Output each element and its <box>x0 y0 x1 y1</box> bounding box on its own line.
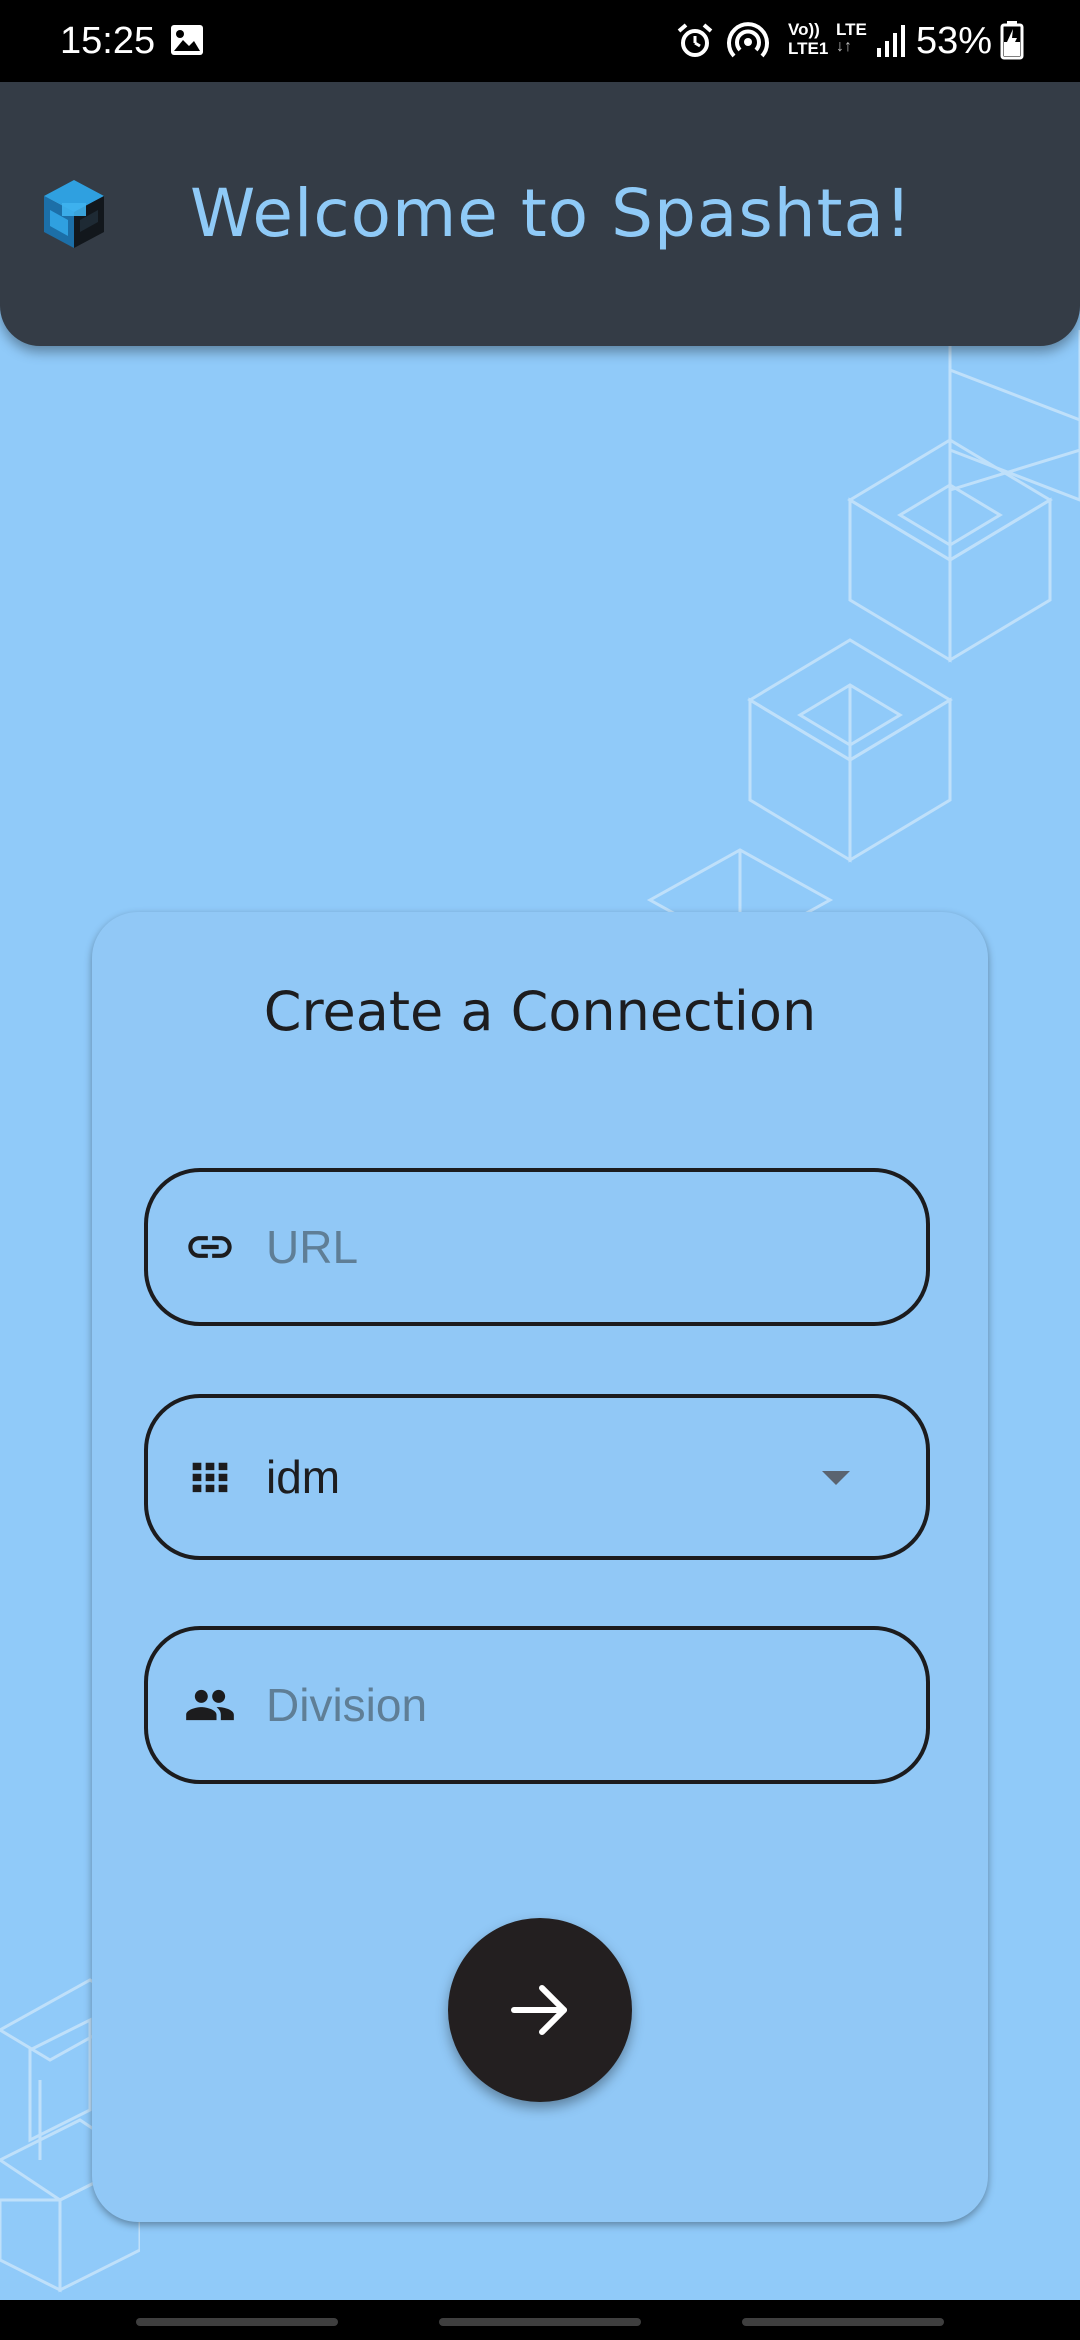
link-icon <box>188 1236 232 1258</box>
signal-icon <box>877 25 905 57</box>
nav-recents-handle[interactable] <box>136 2318 338 2326</box>
status-time: 15:25 <box>60 20 156 62</box>
division-field[interactable] <box>144 1626 930 1784</box>
nav-home-handle[interactable] <box>439 2318 641 2326</box>
hotspot-icon <box>727 22 769 58</box>
card-title: Create a Connection <box>263 980 817 1043</box>
grid-icon <box>192 1462 228 1493</box>
volte-label-top: Vo)) <box>788 20 820 39</box>
volte-label-bottom: LTE1 <box>788 39 829 58</box>
battery-percentage: 53% <box>916 20 993 62</box>
app-bar: Welcome to Spashta! <box>0 82 1080 346</box>
lte-icon: LTE ↓↑ <box>836 20 872 55</box>
alarm-icon <box>677 23 713 57</box>
background-cubes-top <box>646 330 1080 920</box>
volte-icon: Vo)) LTE1 <box>788 20 834 58</box>
division-input[interactable] <box>266 1630 886 1780</box>
arrow-right-icon <box>511 1985 567 2035</box>
app-title: Welcome to Spashta! <box>190 175 913 252</box>
url-input[interactable] <box>266 1172 886 1322</box>
navigation-bar <box>0 2300 1080 2340</box>
spashta-logo-icon <box>44 180 104 248</box>
dropdown-arrow-icon[interactable] <box>822 1471 850 1485</box>
project-select-value: idm <box>266 1451 341 1503</box>
connection-card: Create a Connection idm <box>92 912 988 2222</box>
submit-button[interactable] <box>448 1918 632 2102</box>
nav-back-handle[interactable] <box>742 2318 944 2326</box>
url-field[interactable] <box>144 1168 930 1326</box>
project-select[interactable]: idm <box>144 1394 930 1560</box>
status-bar: 15:25 Vo)) LTE1 LTE ↓↑ 53% <box>0 0 1080 82</box>
lte-label: LTE <box>836 20 867 39</box>
battery-icon <box>1000 21 1024 60</box>
people-icon <box>186 1689 234 1721</box>
gallery-icon <box>171 25 203 55</box>
